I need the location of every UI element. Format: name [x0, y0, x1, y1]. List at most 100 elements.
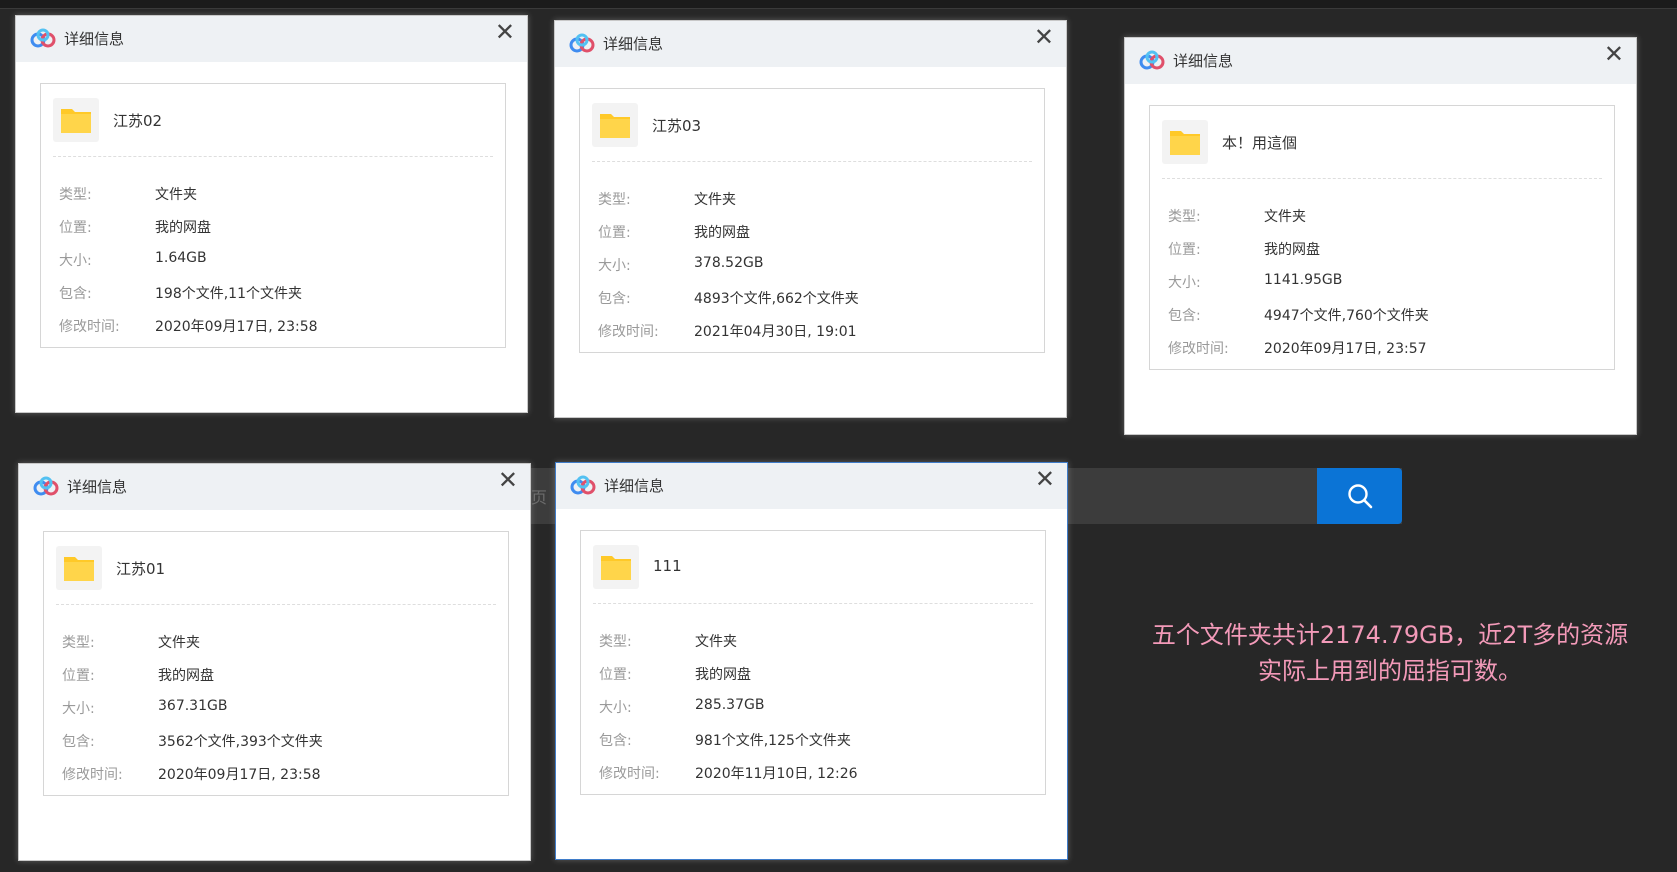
- dialog-title: 详细信息: [1173, 52, 1234, 70]
- close-icon[interactable]: ✕: [1035, 467, 1055, 491]
- details-card: 江苏01 类型: 文件夹 位置: 我的网盘 大小: 367.31GB 包含: 3…: [43, 531, 509, 796]
- close-icon[interactable]: ✕: [495, 20, 515, 44]
- close-icon[interactable]: ✕: [1034, 25, 1054, 49]
- label-location: 位置:: [1168, 242, 1201, 258]
- value-location: 我的网盘: [1264, 242, 1320, 258]
- label-type: 类型:: [599, 634, 632, 650]
- value-contains: 4947个文件,760个文件夹: [1264, 308, 1429, 324]
- label-type: 类型:: [1168, 209, 1201, 225]
- label-contains: 包含:: [62, 734, 95, 750]
- value-modified: 2020年09月17日, 23:58: [158, 767, 321, 783]
- divider: [593, 603, 1033, 604]
- folder-name: 江苏01: [116, 560, 166, 578]
- value-contains: 198个文件,11个文件夹: [155, 286, 302, 302]
- folder-name: 江苏03: [652, 117, 702, 135]
- label-location: 位置:: [59, 220, 92, 236]
- note-line-2: 实际上用到的屈指可数。: [1258, 657, 1522, 685]
- divider: [56, 604, 496, 605]
- label-size: 大小:: [1168, 275, 1201, 291]
- close-icon[interactable]: ✕: [1604, 42, 1624, 66]
- label-location: 位置:: [62, 668, 95, 684]
- label-location: 位置:: [598, 225, 631, 241]
- value-location: 我的网盘: [155, 220, 211, 236]
- details-dialog-2: 详细信息 ✕ 江苏03 类型: 文件夹 位置: 我的网盘 大小: 378.52G…: [554, 20, 1067, 418]
- folder-name: 江苏02: [113, 112, 163, 130]
- label-size: 大小:: [59, 253, 92, 269]
- dialog-title: 详细信息: [603, 35, 664, 53]
- label-size: 大小:: [598, 258, 631, 274]
- dialog-title: 详细信息: [64, 30, 125, 48]
- label-modified: 修改时间:: [598, 324, 659, 340]
- label-type: 类型:: [598, 192, 631, 208]
- folder-thumb: [56, 546, 102, 590]
- folder-name: 本！用這個: [1222, 134, 1298, 152]
- value-contains: 4893个文件,662个文件夹: [694, 291, 859, 307]
- folder-name: 111: [653, 557, 682, 575]
- dialog-title: 详细信息: [604, 477, 665, 495]
- label-contains: 包含:: [1168, 308, 1201, 324]
- details-card: 江苏02 类型: 文件夹 位置: 我的网盘 大小: 1.64GB 包含: 198…: [40, 83, 506, 348]
- divider: [592, 161, 1032, 162]
- close-icon[interactable]: ✕: [498, 468, 518, 492]
- value-type: 文件夹: [1264, 209, 1306, 225]
- label-modified: 修改时间:: [1168, 341, 1229, 357]
- divider: [1162, 178, 1602, 179]
- label-type: 类型:: [59, 187, 92, 203]
- dialog-title-bar: 详细信息 ✕: [19, 464, 530, 510]
- label-contains: 包含:: [598, 291, 631, 307]
- dialog-title: 详细信息: [67, 478, 128, 496]
- label-location: 位置:: [599, 667, 632, 683]
- folder-icon: [601, 556, 631, 580]
- folder-icon: [1170, 131, 1200, 155]
- value-location: 我的网盘: [695, 667, 751, 683]
- label-size: 大小:: [599, 700, 632, 716]
- cloud-logo-icon: [33, 476, 59, 496]
- note-line-1: 五个文件夹共计2174.79GB，近2T多的资源: [1151, 621, 1629, 649]
- dialog-title-bar: 详细信息 ✕: [1125, 38, 1636, 84]
- value-location: 我的网盘: [694, 225, 750, 241]
- annotation-note: 五个文件夹共计2174.79GB，近2T多的资源 实际上用到的屈指可数。: [1135, 617, 1645, 689]
- folder-thumb: [592, 103, 638, 147]
- details-card: 111 类型: 文件夹 位置: 我的网盘 大小: 285.37GB 包含: 98…: [580, 530, 1046, 795]
- cloud-logo-icon: [30, 28, 56, 48]
- value-type: 文件夹: [695, 634, 737, 650]
- value-modified: 2020年11月10日, 12:26: [695, 766, 858, 782]
- value-modified: 2020年09月17日, 23:58: [155, 319, 318, 335]
- folder-icon: [64, 557, 94, 581]
- value-modified: 2020年09月17日, 23:57: [1264, 341, 1427, 357]
- label-modified: 修改时间:: [62, 767, 123, 783]
- cloud-logo-icon: [569, 33, 595, 53]
- top-bar: [0, 0, 1677, 9]
- value-location: 我的网盘: [158, 668, 214, 684]
- label-contains: 包含:: [59, 286, 92, 302]
- folder-icon: [600, 114, 630, 138]
- cloud-logo-icon: [1139, 50, 1165, 70]
- divider: [53, 156, 493, 157]
- details-dialog-1: 详细信息 ✕ 江苏02 类型: 文件夹 位置: 我的网盘 大小: 1.64GB …: [15, 15, 528, 413]
- value-size: 367.31GB: [158, 698, 228, 714]
- details-dialog-5: 详细信息 ✕ 111 类型: 文件夹 位置: 我的网盘 大小: 285.37GB…: [555, 462, 1068, 860]
- value-size: 378.52GB: [694, 255, 764, 271]
- search-icon: [1347, 484, 1372, 509]
- value-modified: 2021年04月30日, 19:01: [694, 324, 857, 340]
- dialog-title-bar: 详细信息 ✕: [556, 463, 1067, 509]
- folder-icon: [61, 109, 91, 133]
- label-size: 大小:: [62, 701, 95, 717]
- value-type: 文件夹: [155, 187, 197, 203]
- label-modified: 修改时间:: [59, 319, 120, 335]
- folder-thumb: [1162, 120, 1208, 164]
- cloud-logo-icon: [570, 475, 596, 495]
- value-type: 文件夹: [694, 192, 736, 208]
- details-card: 江苏03 类型: 文件夹 位置: 我的网盘 大小: 378.52GB 包含: 4…: [579, 88, 1045, 353]
- search-button[interactable]: [1317, 468, 1402, 524]
- value-contains: 981个文件,125个文件夹: [695, 733, 851, 749]
- details-card: 本！用這個 类型: 文件夹 位置: 我的网盘 大小: 1141.95GB 包含:…: [1149, 105, 1615, 370]
- label-contains: 包含:: [599, 733, 632, 749]
- dialog-title-bar: 详细信息 ✕: [555, 21, 1066, 67]
- folder-thumb: [53, 98, 99, 142]
- value-contains: 3562个文件,393个文件夹: [158, 734, 323, 750]
- details-dialog-4: 详细信息 ✕ 江苏01 类型: 文件夹 位置: 我的网盘 大小: 367.31G…: [18, 463, 531, 861]
- value-size: 1.64GB: [155, 250, 207, 266]
- search-hint: 页: [531, 488, 548, 507]
- value-size: 1141.95GB: [1264, 272, 1343, 288]
